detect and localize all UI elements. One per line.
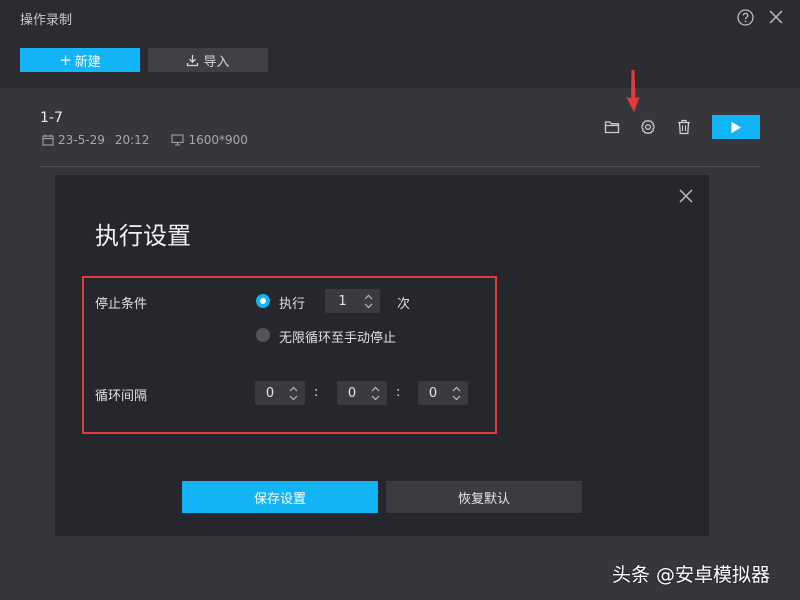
stop-condition-label: 停止条件	[95, 297, 148, 312]
import-button[interactable]: 导入	[148, 48, 268, 72]
count-unit-label: 次	[397, 297, 411, 312]
interval-minutes-stepper[interactable]: 0	[337, 381, 387, 405]
download-icon	[186, 54, 199, 67]
save-settings-button[interactable]: 保存设置	[182, 481, 378, 513]
restore-defaults-button[interactable]: 恢复默认	[386, 481, 582, 513]
chevron-up-down-icon[interactable]	[360, 294, 376, 309]
recording-name: 1-7	[40, 110, 63, 126]
execute-count-stepper[interactable]: 1	[325, 289, 380, 313]
interval-seconds-value: 0	[428, 385, 438, 401]
time-separator: :	[314, 385, 319, 400]
recording-time: 20:12	[114, 133, 150, 147]
interval-seconds-stepper[interactable]: 0	[418, 381, 468, 405]
folder-icon[interactable]	[603, 118, 621, 136]
app-title: 操作录制	[20, 13, 73, 28]
annotation-arrow	[626, 70, 640, 112]
interval-hours-value: 0	[265, 385, 275, 401]
play-icon	[730, 121, 742, 134]
interval-hours-stepper[interactable]: 0	[255, 381, 305, 405]
chevron-up-down-icon[interactable]	[285, 386, 301, 401]
dialog-title: 执行设置	[95, 222, 191, 250]
new-button[interactable]: + 新建	[20, 48, 140, 72]
watermark: 头条 @安卓模拟器	[612, 564, 771, 586]
title-bar: 操作录制	[0, 0, 800, 36]
time-separator: :	[396, 385, 401, 400]
infinite-loop-radio[interactable]	[256, 328, 270, 342]
row-divider	[40, 166, 760, 167]
recording-date: 23-5-29	[58, 133, 105, 147]
play-button[interactable]	[712, 115, 760, 139]
chevron-up-down-icon[interactable]	[448, 386, 464, 401]
dialog-close-icon[interactable]	[676, 186, 696, 206]
monitor-icon	[171, 134, 184, 146]
execute-radio[interactable]	[256, 294, 270, 308]
recording-meta: 23-5-29 20:12 1600*900	[42, 133, 248, 147]
import-button-label: 导入	[203, 54, 230, 70]
chevron-up-down-icon[interactable]	[367, 386, 383, 401]
loop-interval-label: 循环间隔	[95, 389, 148, 404]
gear-icon[interactable]	[639, 118, 657, 136]
execute-label: 执行	[279, 297, 306, 312]
calendar-icon	[42, 134, 54, 146]
plus-icon: +	[59, 50, 72, 69]
help-icon[interactable]	[736, 8, 754, 26]
close-icon[interactable]	[767, 8, 785, 26]
trash-icon[interactable]	[675, 118, 693, 136]
execute-count-value: 1	[338, 293, 347, 309]
infinite-loop-label: 无限循环至手动停止	[279, 331, 397, 346]
interval-minutes-value: 0	[347, 385, 357, 401]
recording-resolution: 1600*900	[188, 133, 248, 147]
new-button-label: 新建	[74, 54, 101, 70]
